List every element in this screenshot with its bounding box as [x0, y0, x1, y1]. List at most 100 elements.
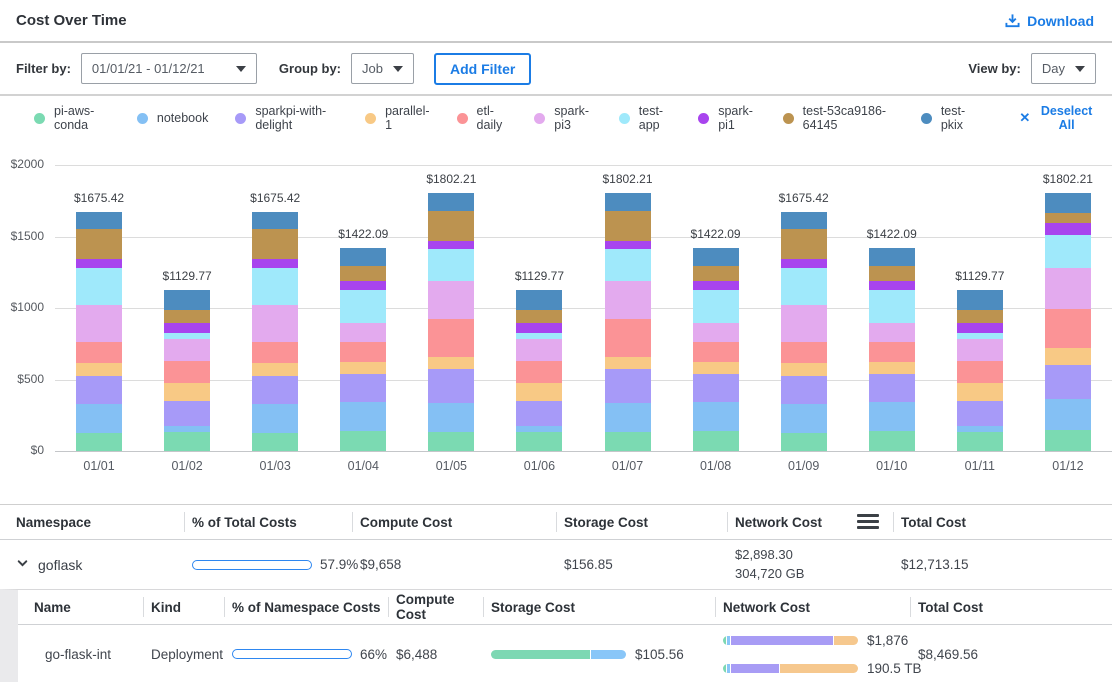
bar-01/07[interactable]: $1802.21 — [583, 165, 671, 451]
bar-segment-test-pkix[interactable] — [605, 193, 651, 211]
bar-segment-spark-pi3[interactable] — [957, 339, 1003, 361]
bar-segment-test-53ca9186-64145[interactable] — [164, 310, 210, 323]
bar-segment-etl-daily[interactable] — [693, 342, 739, 363]
bar-segment-parallel-1[interactable] — [340, 362, 386, 374]
legend-item-spark-pi1[interactable]: spark-pi1 — [698, 104, 755, 132]
bar-segment-pi-aws-conda[interactable] — [76, 433, 122, 451]
add-filter-button[interactable]: Add Filter — [434, 53, 531, 85]
bar-segment-test-53ca9186-64145[interactable] — [957, 310, 1003, 323]
bar-segment-test-pkix[interactable] — [252, 212, 298, 229]
bar-segment-test-app[interactable] — [252, 268, 298, 305]
bar-segment-etl-daily[interactable] — [516, 361, 562, 384]
bar-segment-test-pkix[interactable] — [1045, 193, 1091, 213]
bar-01/01[interactable]: $1675.42 — [55, 165, 143, 451]
bar-segment-spark-pi1[interactable] — [252, 259, 298, 268]
bar-segment-etl-daily[interactable] — [869, 342, 915, 363]
bar-segment-test-pkix[interactable] — [340, 248, 386, 266]
bar-segment-spark-pi3[interactable] — [693, 323, 739, 342]
date-range-select[interactable]: 01/01/21 - 01/12/21 — [81, 53, 257, 84]
bar-segment-spark-pi3[interactable] — [252, 305, 298, 342]
bar-segment-test-53ca9186-64145[interactable] — [516, 310, 562, 323]
legend-item-parallel-1[interactable]: parallel-1 — [365, 104, 429, 132]
bar-01/03[interactable]: $1675.42 — [231, 165, 319, 451]
bar-segment-etl-daily[interactable] — [252, 342, 298, 364]
bar-01/11[interactable]: $1129.77 — [936, 165, 1024, 451]
bar-segment-test-app[interactable] — [340, 290, 386, 323]
bar-segment-parallel-1[interactable] — [164, 383, 210, 401]
bar-segment-sparkpi-with-delight[interactable] — [781, 376, 827, 404]
bar-segment-spark-pi1[interactable] — [428, 241, 474, 249]
bar-segment-parallel-1[interactable] — [781, 363, 827, 376]
bar-segment-test-app[interactable] — [605, 249, 651, 281]
bar-segment-pi-aws-conda[interactable] — [957, 432, 1003, 451]
bar-segment-spark-pi3[interactable] — [869, 323, 915, 342]
bar-segment-test-app[interactable] — [781, 268, 827, 305]
bar-segment-etl-daily[interactable] — [428, 319, 474, 357]
table-row[interactable]: goflask 57.9% $9,658 $156.85 $2,898.30 3… — [0, 540, 1112, 589]
bar-segment-etl-daily[interactable] — [957, 361, 1003, 384]
bar-segment-sparkpi-with-delight[interactable] — [252, 376, 298, 404]
bar-segment-etl-daily[interactable] — [605, 319, 651, 357]
bar-segment-parallel-1[interactable] — [1045, 348, 1091, 365]
bar-01/02[interactable]: $1129.77 — [143, 165, 231, 451]
bar-segment-spark-pi1[interactable] — [957, 323, 1003, 333]
bar-segment-notebook[interactable] — [781, 404, 827, 433]
bar-segment-etl-daily[interactable] — [164, 361, 210, 384]
bar-segment-notebook[interactable] — [340, 402, 386, 431]
bar-segment-pi-aws-conda[interactable] — [340, 431, 386, 451]
bar-segment-notebook[interactable] — [693, 402, 739, 431]
bar-segment-test-53ca9186-64145[interactable] — [693, 266, 739, 282]
bar-segment-spark-pi3[interactable] — [516, 339, 562, 361]
bar-segment-sparkpi-with-delight[interactable] — [76, 376, 122, 404]
bar-segment-spark-pi1[interactable] — [605, 241, 651, 249]
bar-segment-sparkpi-with-delight[interactable] — [693, 374, 739, 402]
legend-item-pi-aws-conda[interactable]: pi-aws-conda — [34, 104, 110, 132]
bar-segment-pi-aws-conda[interactable] — [605, 432, 651, 451]
bar-segment-pi-aws-conda[interactable] — [516, 432, 562, 451]
bar-segment-spark-pi1[interactable] — [781, 259, 827, 268]
bar-segment-test-pkix[interactable] — [76, 212, 122, 229]
bar-segment-spark-pi3[interactable] — [428, 281, 474, 319]
bar-segment-test-app[interactable] — [693, 290, 739, 323]
bar-segment-test-53ca9186-64145[interactable] — [869, 266, 915, 282]
bar-segment-spark-pi3[interactable] — [340, 323, 386, 342]
bar-segment-notebook[interactable] — [428, 403, 474, 432]
bar-segment-test-app[interactable] — [1045, 235, 1091, 268]
bar-segment-sparkpi-with-delight[interactable] — [428, 369, 474, 403]
bar-segment-test-pkix[interactable] — [164, 290, 210, 310]
chevron-down-icon[interactable] — [16, 557, 29, 573]
group-by-select[interactable]: Job — [351, 53, 414, 84]
bar-segment-pi-aws-conda[interactable] — [693, 431, 739, 451]
bar-segment-etl-daily[interactable] — [781, 342, 827, 364]
bar-segment-test-53ca9186-64145[interactable] — [605, 211, 651, 241]
bar-segment-notebook[interactable] — [605, 403, 651, 432]
bar-segment-sparkpi-with-delight[interactable] — [340, 374, 386, 402]
bar-segment-notebook[interactable] — [76, 404, 122, 433]
legend-item-spark-pi3[interactable]: spark-pi3 — [534, 104, 591, 132]
bar-segment-test-pkix[interactable] — [693, 248, 739, 266]
bar-segment-test-pkix[interactable] — [516, 290, 562, 310]
bar-segment-notebook[interactable] — [252, 404, 298, 433]
deselect-all-button[interactable]: ✕ Deselect All — [1019, 104, 1096, 132]
bar-segment-test-53ca9186-64145[interactable] — [340, 266, 386, 282]
bar-segment-sparkpi-with-delight[interactable] — [957, 401, 1003, 426]
bar-segment-parallel-1[interactable] — [957, 383, 1003, 401]
bar-segment-sparkpi-with-delight[interactable] — [605, 369, 651, 403]
bar-segment-spark-pi3[interactable] — [76, 305, 122, 342]
bar-segment-pi-aws-conda[interactable] — [1045, 430, 1091, 451]
bar-segment-parallel-1[interactable] — [693, 362, 739, 374]
bar-segment-parallel-1[interactable] — [605, 357, 651, 369]
bar-segment-test-app[interactable] — [76, 268, 122, 305]
bar-01/08[interactable]: $1422.09 — [672, 165, 760, 451]
bar-segment-pi-aws-conda[interactable] — [164, 432, 210, 451]
bar-segment-sparkpi-with-delight[interactable] — [164, 401, 210, 426]
view-by-select[interactable]: Day — [1031, 53, 1096, 84]
legend-item-test-app[interactable]: test-app — [619, 104, 671, 132]
bar-segment-sparkpi-with-delight[interactable] — [869, 374, 915, 402]
bar-segment-parallel-1[interactable] — [76, 363, 122, 376]
bar-segment-parallel-1[interactable] — [869, 362, 915, 374]
bar-segment-spark-pi1[interactable] — [76, 259, 122, 268]
bar-segment-parallel-1[interactable] — [252, 363, 298, 376]
bar-segment-test-pkix[interactable] — [869, 248, 915, 266]
bar-01/04[interactable]: $1422.09 — [319, 165, 407, 451]
